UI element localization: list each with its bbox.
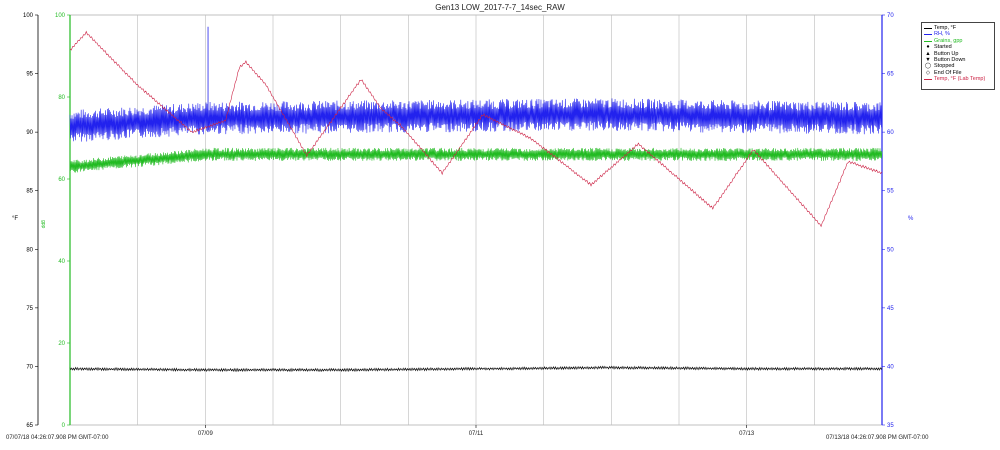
temp-axis-tick-label: 70: [26, 364, 33, 370]
rh-axis-tick-label: 60: [887, 130, 894, 136]
grains-axis-tick-label: 20: [58, 341, 65, 347]
legend-swatch-rh: [924, 34, 932, 36]
temp-axis-tick-label: 65: [26, 423, 33, 429]
rh-axis-tick-label: 70: [887, 13, 894, 19]
temp-axis-tick-label: 80: [26, 247, 33, 253]
rh-axis-tick-label: 35: [887, 423, 894, 429]
temp-axis-tick-label: 75: [26, 306, 33, 312]
chart-title: Gen13 LOW_2017-7-7_14sec_RAW: [435, 3, 565, 12]
grains-axis-tick-label: 60: [58, 177, 65, 183]
x-range-start-label: 07/07/18 04:26:07.908 PM GMT-07:00: [6, 435, 109, 441]
temp-axis-title: °F: [12, 216, 18, 222]
rh-axis-tick-label: 65: [887, 72, 894, 78]
rh-axis-tick-label: 45: [887, 306, 894, 312]
grains-axis-tick-label: 40: [58, 259, 65, 265]
legend-swatch-lab-temp: [924, 78, 932, 80]
temp-axis-tick-label: 90: [26, 130, 33, 136]
chart-canvas: 65 70 75 80 85 90 95 100 °F 0 20 40 60 80 100 gpp 35 40 45…: [12, 13, 914, 437]
legend-swatch-grains: [924, 40, 932, 42]
rh-axis-tick-label: 50: [887, 247, 894, 253]
rh-axis-title: %: [908, 216, 914, 222]
temp-axis-tick-label: 100: [23, 13, 34, 19]
diamond-outline-icon: ◇: [925, 69, 931, 76]
temp-axis-tick-label: 95: [26, 72, 33, 78]
grains-axis-title: gpp: [40, 220, 46, 229]
x-axis-tick-label: 07/09: [198, 431, 214, 437]
grains-axis-tick-label: 80: [58, 95, 65, 101]
legend: Temp, °F RH, % Grains, gpp ● Started ▲ B…: [921, 22, 995, 90]
legend-label-lab-temp: Temp, °F (Lab Temp): [934, 76, 986, 83]
grains-axis-tick-label: 100: [55, 13, 66, 19]
legend-swatch-temp: [924, 27, 932, 29]
rh-axis-tick-label: 40: [887, 364, 894, 370]
x-axis-tick-label: 07/13: [739, 431, 755, 437]
grains-axis-tick-label: 0: [62, 423, 66, 429]
temp-axis-tick-label: 85: [26, 189, 33, 195]
x-range-end-label: 07/13/18 04:26:07.908 PM GMT-07:00: [826, 435, 929, 441]
x-axis-tick-label: 07/11: [469, 431, 484, 437]
legend-item-lab-temp: Temp, °F (Lab Temp): [924, 76, 992, 82]
rh-axis-tick-label: 55: [887, 189, 894, 195]
